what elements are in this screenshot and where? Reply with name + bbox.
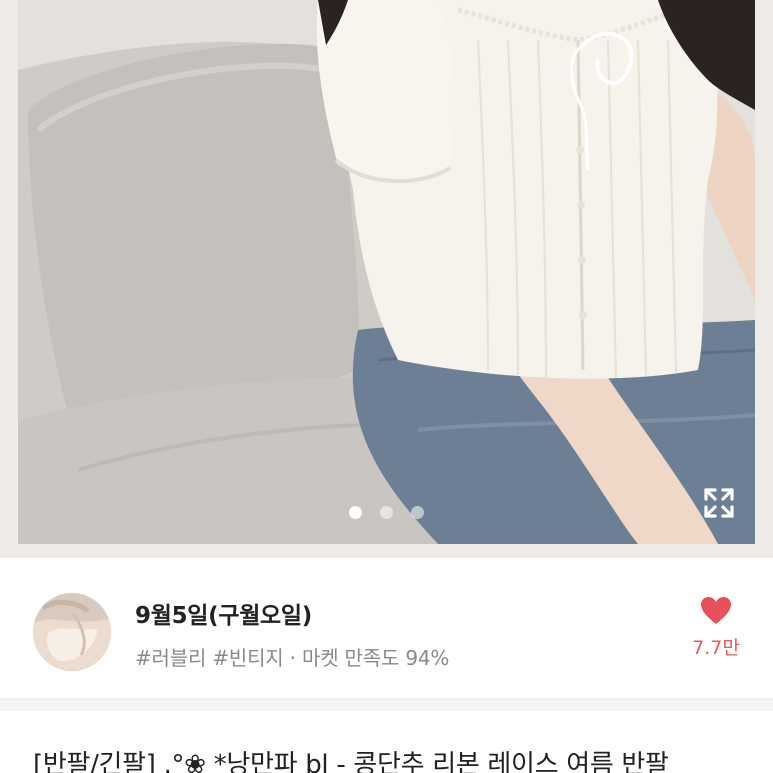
heart-icon [701,597,731,624]
like-button[interactable]: 7.7만 [688,596,744,666]
expand-icon [704,488,734,518]
carousel-dot-3[interactable] [411,506,424,519]
product-photo[interactable] [18,0,755,544]
expand-button[interactable] [700,484,738,522]
section-divider [0,698,773,711]
product-image-carousel[interactable] [0,0,773,558]
like-count: 7.7만 [692,637,740,659]
satisfaction-label: 마켓 만족도 [302,646,400,670]
seller-name[interactable]: 9월5일(구월오일) [135,596,312,630]
seller-avatar[interactable] [33,593,111,671]
seller-meta: #러블리 #빈티지 · 마켓 만족도 94% [135,642,449,671]
seller-info: 9월5일(구월오일) #러블리 #빈티지 · 마켓 만족도 94% 7.7만 [0,558,773,698]
product-detail-page: 9월5일(구월오일) #러블리 #빈티지 · 마켓 만족도 94% 7.7만 [… [0,0,773,773]
carousel-indicators [0,506,773,522]
satisfaction-value: 94% [405,646,450,670]
carousel-dot-2[interactable] [380,506,393,519]
seller-tags[interactable]: #러블리 #빈티지 [135,646,284,670]
carousel-dot-1[interactable] [349,506,362,519]
meta-separator: · [289,646,296,670]
product-title: [반팔/긴팔] .°❀ *낭만파 bl - 콩단추 리본 레이스 여름 반팔 [33,750,669,773]
